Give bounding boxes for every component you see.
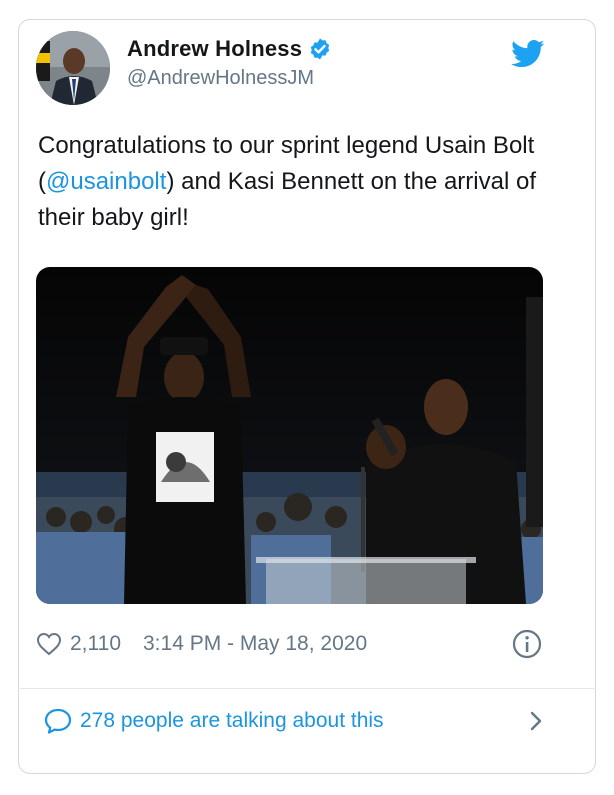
tweet-meta: 2,110 3:14 PM - May 18, 2020 bbox=[36, 628, 543, 660]
conversation-label[interactable]: 278 people are talking about this bbox=[80, 709, 384, 733]
tweet-text: Congratulations to our sprint legend Usa… bbox=[38, 128, 558, 236]
speech-bubble-icon bbox=[44, 708, 72, 734]
chevron-right-icon[interactable] bbox=[528, 709, 544, 733]
timestamp[interactable]: 3:14 PM - May 18, 2020 bbox=[143, 632, 367, 656]
conversation-link[interactable]: 278 people are talking about this bbox=[44, 705, 544, 737]
tweet-author[interactable]: Andrew Holness @AndrewHolnessJM bbox=[127, 36, 332, 90]
like-count[interactable]: 2,110 bbox=[70, 632, 121, 656]
display-name[interactable]: Andrew Holness bbox=[127, 36, 302, 62]
heart-icon[interactable] bbox=[36, 632, 62, 656]
verified-badge-icon bbox=[310, 38, 330, 60]
tweet-photo[interactable] bbox=[36, 267, 543, 604]
user-handle[interactable]: @AndrewHolnessJM bbox=[127, 67, 332, 90]
mention-link[interactable]: @usainbolt bbox=[46, 168, 166, 195]
twitter-bird-icon[interactable] bbox=[511, 40, 545, 68]
info-icon[interactable] bbox=[511, 628, 543, 660]
divider bbox=[18, 688, 596, 689]
avatar[interactable] bbox=[36, 31, 110, 105]
author-name-row: Andrew Holness bbox=[127, 36, 332, 62]
